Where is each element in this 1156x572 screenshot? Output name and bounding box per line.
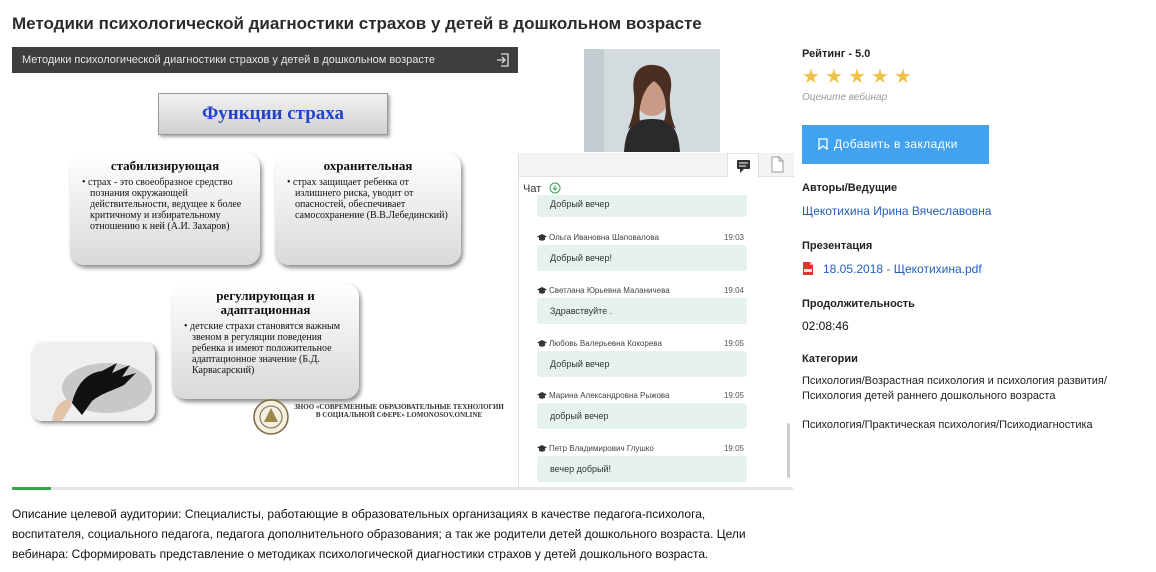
star-icon[interactable]: ★ xyxy=(871,67,889,87)
playback-progress-fill xyxy=(12,487,52,490)
webinar-description: Описание целевой аудитории: Специалисты,… xyxy=(12,507,746,561)
bookmark-icon xyxy=(818,138,828,151)
organization-seal-icon xyxy=(253,399,289,435)
chat-message-text: добрый вечер xyxy=(537,403,747,429)
function-box-text: • страх - это своеобразное средство позн… xyxy=(82,177,242,232)
document-icon xyxy=(771,156,784,173)
presentation-file-link[interactable]: 18.05.2018 - Щекотихина.pdf xyxy=(823,262,982,276)
graduation-cap-icon xyxy=(537,392,547,399)
chat-message-author: Марина Александровна Рыжова xyxy=(537,391,742,403)
slide-heading: Функции страха xyxy=(158,93,388,135)
function-box-stabilizing: стабилизирующая • страх - это своеобразн… xyxy=(70,153,260,265)
organization-name: ЗНОО «СОВРЕМЕННЫЕ ОБРАЗОВАТЕЛЬНЫЕ ТЕХНОЛ… xyxy=(294,403,504,419)
chat-download-icon[interactable] xyxy=(549,182,561,194)
chat-message-author: Петр Владимирович Глушко xyxy=(537,444,742,456)
webinar-player[interactable]: Методики психологической диагностики стр… xyxy=(12,47,794,489)
function-box-regulating: регулирующая и адаптационная • детские с… xyxy=(172,283,359,399)
chat-message-text: вечер добрый! xyxy=(537,456,747,482)
chat-message-author: Любовь Валерьевна Кокорева xyxy=(537,339,742,351)
categories-label: Категории xyxy=(802,353,858,365)
category-link[interactable]: Психология/Возрастная психология и психо… xyxy=(802,374,1114,404)
rating-label: Рейтинг - 5.0 xyxy=(802,48,871,60)
chat-message-text: Добрый вечер xyxy=(537,351,747,377)
chat-message-author: Светлана Юрьевна Маланичева xyxy=(537,286,742,298)
presentation-label: Презентация xyxy=(802,240,873,252)
tab-chat[interactable] xyxy=(727,153,759,177)
graduation-cap-icon xyxy=(537,234,547,241)
slide-title-bar: Методики психологической диагностики стр… xyxy=(12,47,518,73)
graduation-cap-icon xyxy=(537,340,547,347)
slide-area: Методики психологической диагностики стр… xyxy=(12,47,518,489)
chat-message-text: Добрый вечер! xyxy=(537,245,747,271)
graduation-cap-icon xyxy=(537,445,547,452)
tab-documents[interactable] xyxy=(763,153,791,177)
chat-tabs xyxy=(519,153,794,177)
chat-message-time: 19:05 xyxy=(723,391,744,400)
star-icon[interactable]: ★ xyxy=(825,67,843,87)
category-link[interactable]: Психология/Практическая психология/Психо… xyxy=(802,418,1142,433)
rate-hint: Оцените вебинар xyxy=(802,92,888,103)
duration-label: Продолжительность xyxy=(802,298,915,310)
function-box-title: регулирующая и адаптационная xyxy=(216,288,315,317)
presentation-slide: Функции страха стабилизирующая • страх -… xyxy=(12,73,510,449)
presenter-video xyxy=(584,49,720,152)
function-box-text: • страх защищает ребенка от излишнего ри… xyxy=(287,177,448,221)
playback-progress-bar[interactable] xyxy=(12,487,793,490)
chat-message-list[interactable]: Добрый вечер Ольга Ивановна Шаповалова 1… xyxy=(529,195,792,485)
graduation-cap-icon xyxy=(537,287,547,294)
presentation-file-row[interactable]: 18.05.2018 - Щекотихина.pdf xyxy=(802,260,1142,278)
function-box-title: стабилизирующая xyxy=(110,158,220,173)
function-box-text: • детские страхи становятся важным звено… xyxy=(184,321,341,376)
authors-label: Авторы/Ведущие xyxy=(802,182,898,194)
exit-fullscreen-icon[interactable] xyxy=(496,52,510,68)
pdf-file-icon xyxy=(803,262,813,275)
page-title: Методики психологической диагностики стр… xyxy=(12,14,702,33)
star-icon[interactable]: ★ xyxy=(848,67,866,87)
webinar-sidebar: Рейтинг - 5.0 ★ ★ ★ ★ ★ Оцените вебинар Доба… xyxy=(802,48,1142,433)
chat-message-time: 19:04 xyxy=(723,286,744,295)
slide-bar-title: Методики психологической диагностики стр… xyxy=(22,54,435,66)
chat-message-time: 19:03 xyxy=(723,233,744,242)
chat-message-text: Добрый вечер xyxy=(537,195,747,217)
chat-bubble-icon xyxy=(737,160,750,173)
chat-message-time: 19:05 xyxy=(723,339,744,348)
chat-panel: Чат Добрый вечер Ольга Ивановна Шаповало… xyxy=(518,153,794,489)
star-icon[interactable]: ★ xyxy=(894,67,912,87)
chat-message-text: Здравствуйте . xyxy=(537,298,747,324)
chat-message-author: Ольга Ивановна Шаповалова xyxy=(537,233,742,245)
chat-scrollbar[interactable] xyxy=(787,423,790,478)
author-link[interactable]: Щекотихина Ирина Вячеславовна xyxy=(802,204,1142,218)
duration-value: 02:08:46 xyxy=(802,319,849,333)
star-icon[interactable]: ★ xyxy=(802,67,820,87)
function-box-protective: охранительная • страх защищает ребенка о… xyxy=(275,153,461,265)
chat-message-time: 19:05 xyxy=(723,444,744,453)
add-bookmark-button[interactable]: Добавить в закладки xyxy=(802,125,989,164)
chat-label: Чат xyxy=(523,183,542,195)
rating-stars[interactable]: ★ ★ ★ ★ ★ xyxy=(802,67,1142,88)
add-bookmark-label: Добавить в закладки xyxy=(834,137,958,151)
shadow-monster-image xyxy=(32,343,155,421)
function-box-title: охранительная xyxy=(323,158,413,173)
